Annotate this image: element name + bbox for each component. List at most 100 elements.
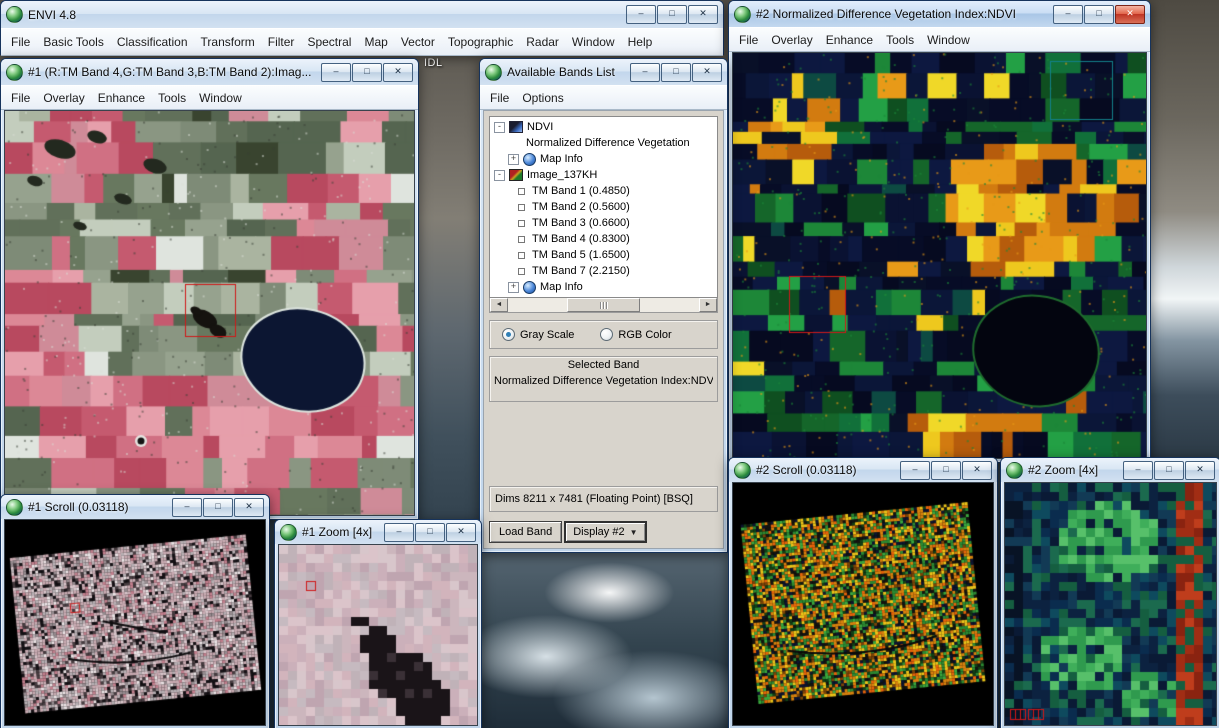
- desktop-icon-label-idl[interactable]: IDL: [424, 57, 443, 69]
- minimize-button[interactable]: –: [321, 63, 351, 82]
- tree-item-ndvi-band[interactable]: Normalized Difference Vegetation: [490, 135, 717, 151]
- tree-item-label[interactable]: Map Info: [540, 281, 583, 293]
- expand-icon[interactable]: +: [508, 282, 519, 293]
- load-band-button[interactable]: Load Band: [489, 521, 562, 543]
- menu-radar[interactable]: Radar: [520, 33, 565, 51]
- maximize-button[interactable]: □: [657, 5, 687, 24]
- maximize-button[interactable]: □: [1154, 461, 1184, 480]
- tree-item-label[interactable]: TM Band 4 (0.8300): [532, 233, 630, 245]
- tree-item-label[interactable]: TM Band 2 (0.5600): [532, 201, 630, 213]
- close-button[interactable]: ✕: [234, 498, 264, 517]
- menu-window[interactable]: Window: [921, 31, 976, 49]
- close-button[interactable]: ✕: [1115, 5, 1145, 24]
- menu-filter[interactable]: Filter: [262, 33, 301, 51]
- titlebar[interactable]: #1 Zoom [4x] – □ ✕: [275, 520, 481, 544]
- maximize-button[interactable]: □: [931, 461, 961, 480]
- close-button[interactable]: ✕: [688, 5, 718, 24]
- collapse-icon[interactable]: -: [494, 170, 505, 181]
- close-button[interactable]: ✕: [962, 461, 992, 480]
- titlebar[interactable]: ENVI 4.8 – □ ✕: [1, 1, 723, 28]
- minimize-button[interactable]: –: [630, 63, 660, 82]
- menu-spectral[interactable]: Spectral: [301, 33, 357, 51]
- tree-item-label[interactable]: Normalized Difference Vegetation: [526, 137, 690, 149]
- zoom1-image[interactable]: [279, 545, 477, 725]
- titlebar[interactable]: Available Bands List – □ ✕: [480, 59, 727, 85]
- minimize-button[interactable]: –: [900, 461, 930, 480]
- menu-vector[interactable]: Vector: [395, 33, 441, 51]
- tree-item-label[interactable]: Map Info: [540, 153, 583, 165]
- menu-file[interactable]: File: [484, 89, 515, 107]
- menu-file[interactable]: File: [5, 33, 36, 51]
- tree-item-tm-band-3[interactable]: TM Band 3 (0.6600): [490, 215, 717, 231]
- close-button[interactable]: ✕: [1185, 461, 1215, 480]
- maximize-button[interactable]: □: [1084, 5, 1114, 24]
- menu-window[interactable]: Window: [193, 89, 248, 107]
- close-button[interactable]: ✕: [383, 63, 413, 82]
- titlebar[interactable]: #2 Zoom [4x] – □ ✕: [1001, 458, 1219, 482]
- gray-scale-radio[interactable]: Gray Scale: [502, 328, 574, 341]
- zoom2-image[interactable]: [1005, 483, 1216, 725]
- titlebar[interactable]: #1 (R:TM Band 4,G:TM Band 3,B:TM Band 2)…: [1, 59, 418, 85]
- menu-options[interactable]: Options: [516, 89, 569, 107]
- menu-overlay[interactable]: Overlay: [37, 89, 90, 107]
- menu-enhance[interactable]: Enhance: [820, 31, 879, 49]
- menu-window[interactable]: Window: [566, 33, 621, 51]
- tree-item-label[interactable]: NDVI: [527, 121, 553, 133]
- tree-item-label[interactable]: TM Band 7 (2.2150): [532, 265, 630, 277]
- scroll-right-icon[interactable]: ►: [699, 298, 717, 312]
- menu-help[interactable]: Help: [622, 33, 659, 51]
- tree-item-ndvi[interactable]: - NDVI: [490, 119, 717, 135]
- close-button[interactable]: ✕: [446, 523, 476, 542]
- display1-image[interactable]: [5, 111, 414, 516]
- tree-item-tm-band-2[interactable]: TM Band 2 (0.5600): [490, 199, 717, 215]
- display2-image[interactable]: [733, 53, 1146, 459]
- scrollbar-track[interactable]: [508, 298, 699, 312]
- radio-selected-icon[interactable]: [502, 328, 515, 341]
- menu-classification[interactable]: Classification: [111, 33, 194, 51]
- expand-icon[interactable]: +: [508, 154, 519, 165]
- menu-tools[interactable]: Tools: [880, 31, 920, 49]
- minimize-button[interactable]: –: [1123, 461, 1153, 480]
- scroll-left-icon[interactable]: ◄: [490, 298, 508, 312]
- menu-file[interactable]: File: [733, 31, 764, 49]
- tree-item-tm-band-5[interactable]: TM Band 5 (1.6500): [490, 247, 717, 263]
- tree-item-tm-band-7[interactable]: TM Band 7 (2.2150): [490, 263, 717, 279]
- scrollbar-thumb[interactable]: [567, 298, 640, 312]
- menu-transform[interactable]: Transform: [195, 33, 261, 51]
- maximize-button[interactable]: □: [203, 498, 233, 517]
- menu-topographic[interactable]: Topographic: [442, 33, 519, 51]
- maximize-button[interactable]: □: [415, 523, 445, 542]
- menu-overlay[interactable]: Overlay: [765, 31, 818, 49]
- tree-item-tm-band-4[interactable]: TM Band 4 (0.8300): [490, 231, 717, 247]
- scroll2-image[interactable]: [733, 483, 993, 725]
- tree-item-label[interactable]: TM Band 5 (1.6500): [532, 249, 630, 261]
- maximize-button[interactable]: □: [352, 63, 382, 82]
- rgb-color-radio[interactable]: RGB Color: [600, 328, 671, 341]
- minimize-button[interactable]: –: [384, 523, 414, 542]
- tree-item-label[interactable]: Image_137KH: [527, 169, 597, 181]
- menu-enhance[interactable]: Enhance: [92, 89, 151, 107]
- menu-basic-tools[interactable]: Basic Tools: [37, 33, 109, 51]
- minimize-button[interactable]: –: [626, 5, 656, 24]
- tree-item-label[interactable]: TM Band 1 (0.4850): [532, 185, 630, 197]
- tree-item-tm-band-1[interactable]: TM Band 1 (0.4850): [490, 183, 717, 199]
- tree-item-map-info-image[interactable]: + Map Info: [490, 279, 717, 295]
- minimize-button[interactable]: –: [1053, 5, 1083, 24]
- titlebar[interactable]: #2 Normalized Difference Vegetation Inde…: [729, 1, 1150, 27]
- radio-unselected-icon[interactable]: [600, 328, 613, 341]
- menu-file[interactable]: File: [5, 89, 36, 107]
- scroll1-image[interactable]: [5, 520, 265, 725]
- tree-item-label[interactable]: TM Band 3 (0.6600): [532, 217, 630, 229]
- close-button[interactable]: ✕: [692, 63, 722, 82]
- selected-band-value[interactable]: Normalized Difference Vegetation Index:N…: [494, 375, 713, 387]
- menu-map[interactable]: Map: [358, 33, 393, 51]
- collapse-icon[interactable]: -: [494, 122, 505, 133]
- menu-tools[interactable]: Tools: [152, 89, 192, 107]
- tree-item-map-info-ndvi[interactable]: + Map Info: [490, 151, 717, 167]
- minimize-button[interactable]: –: [172, 498, 202, 517]
- tree-item-image-137kh[interactable]: - Image_137KH: [490, 167, 717, 183]
- maximize-button[interactable]: □: [661, 63, 691, 82]
- display-select-button[interactable]: Display #2 ▼: [564, 521, 646, 543]
- titlebar[interactable]: #2 Scroll (0.03118) – □ ✕: [729, 458, 997, 482]
- titlebar[interactable]: #1 Scroll (0.03118) – □ ✕: [1, 495, 269, 519]
